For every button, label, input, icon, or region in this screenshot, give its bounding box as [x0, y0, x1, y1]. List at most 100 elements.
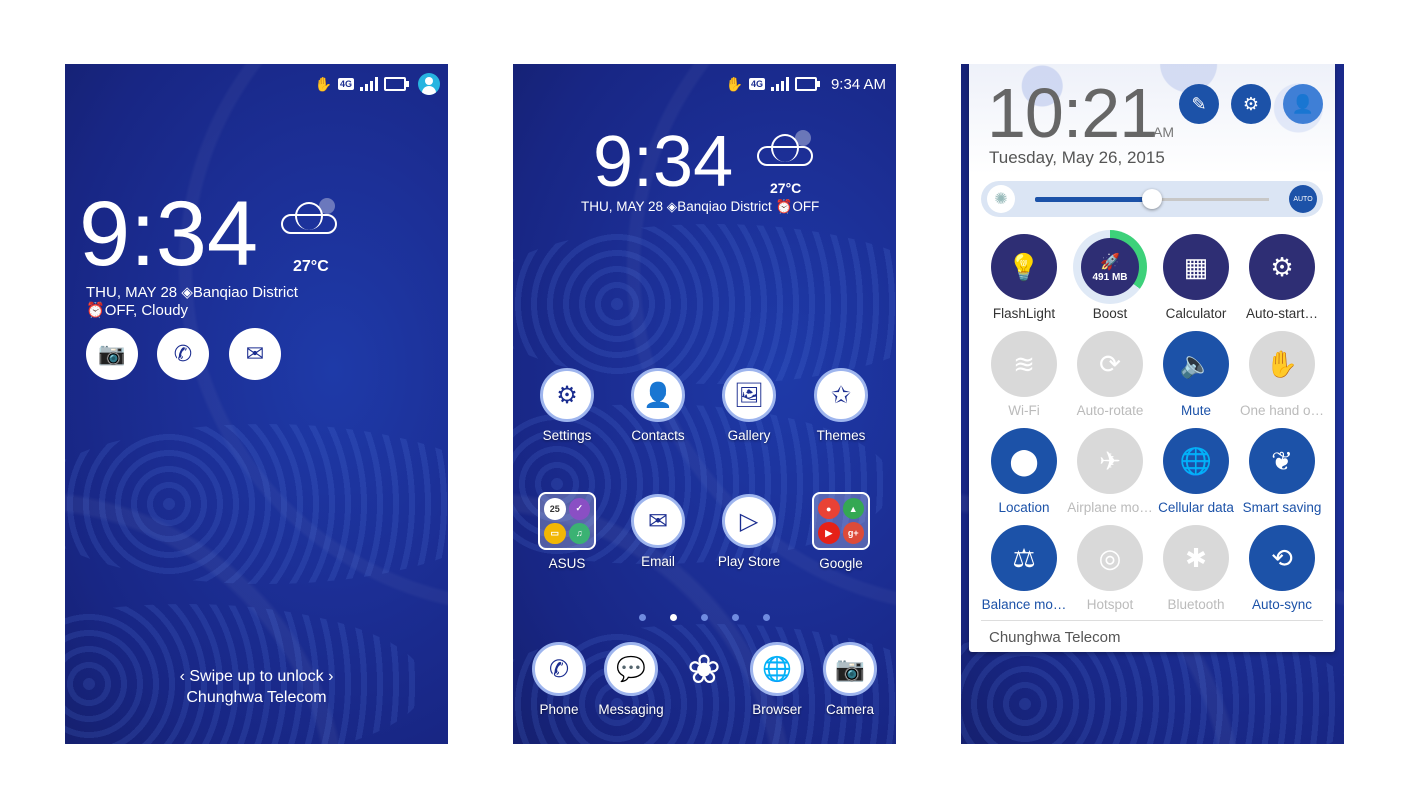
- tile-mute[interactable]: 🔈 Mute: [1153, 331, 1239, 418]
- brightness-slider[interactable]: ✺ AUTO: [981, 181, 1323, 217]
- youtube-icon: ▶: [818, 522, 840, 544]
- tile-label: Wi-Fi: [1008, 403, 1040, 418]
- edit-icon: ✎: [1191, 93, 1207, 114]
- gallery-icon: 🖼: [722, 368, 776, 422]
- play-store-icon: ▷: [722, 494, 776, 548]
- app-contacts[interactable]: 👤 Contacts: [618, 368, 698, 443]
- gesture-icon: ✋: [314, 75, 332, 92]
- lock-alarm: OFF, Cloudy: [104, 302, 189, 319]
- tile-auto-start[interactable]: ⚙ Auto-start…: [1239, 234, 1325, 321]
- tile-calculator[interactable]: ▦ Calculator: [1153, 234, 1239, 321]
- tile-balance-mo[interactable]: ⚖ Balance mo…: [981, 525, 1067, 612]
- phone-shortcut-button[interactable]: ✆: [157, 328, 209, 380]
- app-label: Messaging: [598, 702, 664, 717]
- tile-label: Bluetooth: [1167, 597, 1225, 612]
- tile-boost[interactable]: 🚀 491 MB Boost: [1067, 230, 1153, 321]
- gear-icon: ⚙: [1242, 93, 1260, 114]
- page-dot[interactable]: [639, 614, 646, 621]
- app-label: Browser: [752, 702, 802, 717]
- tile-label: Cellular data: [1158, 500, 1234, 515]
- auto-brightness-button[interactable]: AUTO: [1289, 185, 1317, 213]
- camera-icon: 📷: [98, 341, 126, 366]
- bluetooth-icon: ✱: [1163, 525, 1229, 591]
- app-label: Play Store: [717, 554, 781, 569]
- camera-shortcut-button[interactable]: 📷: [86, 328, 138, 380]
- tile-auto-sync[interactable]: ⟲ Auto-sync: [1239, 525, 1325, 612]
- tile-wi-fi[interactable]: ≋ Wi-Fi: [981, 331, 1067, 418]
- app-drawer-button[interactable]: ❀: [664, 648, 744, 692]
- app-label: Email: [641, 554, 675, 569]
- tile-label: Auto-sync: [1251, 597, 1313, 612]
- app-email[interactable]: ✉ Email: [618, 494, 698, 569]
- tile-hotspot[interactable]: ◎ Hotspot: [1067, 525, 1153, 612]
- home-clock: 9:34: [593, 122, 734, 202]
- tile-location[interactable]: ⬤ Location: [981, 428, 1067, 515]
- qs-date: Tuesday, May 26, 2015: [989, 148, 1165, 167]
- page-dot-active[interactable]: [670, 614, 677, 621]
- brightness-knob[interactable]: [1142, 189, 1162, 209]
- lock-clock: 9:34: [79, 183, 259, 285]
- lock-date-line: THU, MAY 28 ◈Banqiao District: [86, 283, 298, 301]
- gear-icon: ⚙: [540, 368, 594, 422]
- dock-browser[interactable]: 🌐 Browser: [737, 642, 817, 717]
- tile-airplane-mo[interactable]: ✈ Airplane mo…: [1067, 428, 1153, 515]
- unlock-text: Swipe up to unlock: [189, 668, 324, 685]
- email-icon: ✉: [631, 494, 685, 548]
- auto-rotate-icon: ⟳: [1077, 331, 1143, 397]
- tile-bluetooth[interactable]: ✱ Bluetooth: [1153, 525, 1239, 612]
- quick-settings-panel: 10:21 AM Tuesday, May 26, 2015 ✎ ⚙ 👤 ✺ A…: [969, 64, 1335, 652]
- app-label: Phone: [539, 702, 579, 717]
- edit-button[interactable]: ✎: [1179, 84, 1219, 124]
- message-icon: 💬: [604, 642, 658, 696]
- app-themes[interactable]: ✩ Themes: [801, 368, 881, 443]
- swipe-to-unlock[interactable]: ‹ Swipe up to unlock ›: [65, 668, 448, 686]
- tile-flashlight[interactable]: 💡 FlashLight: [981, 234, 1067, 321]
- location-pin-icon: ⬤: [991, 428, 1057, 494]
- page-dot[interactable]: [763, 614, 770, 621]
- qs-clock: 10:21: [987, 74, 1158, 152]
- home-temperature: 27°C: [770, 180, 802, 196]
- tile-label: Boost: [1092, 306, 1128, 321]
- status-time: 9:34 AM: [830, 75, 886, 93]
- app-gallery[interactable]: 🖼 Gallery: [709, 368, 789, 443]
- tile-label: Smart saving: [1242, 500, 1322, 515]
- app-label: ASUS: [548, 556, 586, 571]
- page-dot[interactable]: [732, 614, 739, 621]
- wifi-icon: ≋: [991, 331, 1057, 397]
- mute-icon: 🔈: [1163, 331, 1229, 397]
- app-drawer-flower-icon: ❀: [687, 648, 721, 692]
- lock-carrier: Chunghwa Telecom: [186, 689, 327, 706]
- message-shortcut-button[interactable]: ✉: [229, 328, 281, 380]
- google-folder-icon: ● ▲ ▶ g+: [812, 492, 870, 550]
- tile-one-hand-o[interactable]: ✋ One hand o…: [1239, 331, 1325, 418]
- quick-settings-screen: 10:21 AM Tuesday, May 26, 2015 ✎ ⚙ 👤 ✺ A…: [961, 64, 1344, 744]
- cellular-data-icon: 🌐: [1163, 428, 1229, 494]
- dock-messaging[interactable]: 💬 Messaging: [591, 642, 671, 717]
- brightness-sun-icon: ✺: [987, 185, 1015, 213]
- cloud-weather-icon: [757, 130, 813, 166]
- balance-scale-icon: ⚖: [991, 525, 1057, 591]
- dock-phone[interactable]: ✆ Phone: [519, 642, 599, 717]
- tile-label: Auto-start…: [1245, 306, 1319, 321]
- settings-button[interactable]: ⚙: [1231, 84, 1271, 124]
- calculator-icon: ▦: [1163, 234, 1229, 300]
- 4g-icon: 4G: [337, 78, 354, 90]
- page-dot[interactable]: [701, 614, 708, 621]
- tile-label: Hotspot: [1086, 597, 1134, 612]
- folder-asus[interactable]: 25 ✓ ▭ ♫ ASUS: [527, 492, 607, 571]
- user-avatar-icon[interactable]: [418, 73, 440, 95]
- app-play-store[interactable]: ▷ Play Store: [709, 494, 789, 569]
- rocket-icon: 🚀: [1100, 253, 1120, 271]
- user-profile-button[interactable]: 👤: [1283, 84, 1323, 124]
- airplane-icon: ✈: [1077, 428, 1143, 494]
- tile-cellular-data[interactable]: 🌐 Cellular data: [1153, 428, 1239, 515]
- tile-smart-saving[interactable]: ❦ Smart saving: [1239, 428, 1325, 515]
- dock-camera[interactable]: 📷 Camera: [810, 642, 890, 717]
- themes-star-icon: ✩: [814, 368, 868, 422]
- app-label: Gallery: [727, 428, 771, 443]
- tile-auto-rotate[interactable]: ⟳ Auto-rotate: [1067, 331, 1153, 418]
- home-location: Banqiao District: [677, 199, 772, 214]
- app-settings[interactable]: ⚙ Settings: [527, 368, 607, 443]
- folder-google[interactable]: ● ▲ ▶ g+ Google: [801, 492, 881, 571]
- tile-label: Location: [998, 500, 1050, 515]
